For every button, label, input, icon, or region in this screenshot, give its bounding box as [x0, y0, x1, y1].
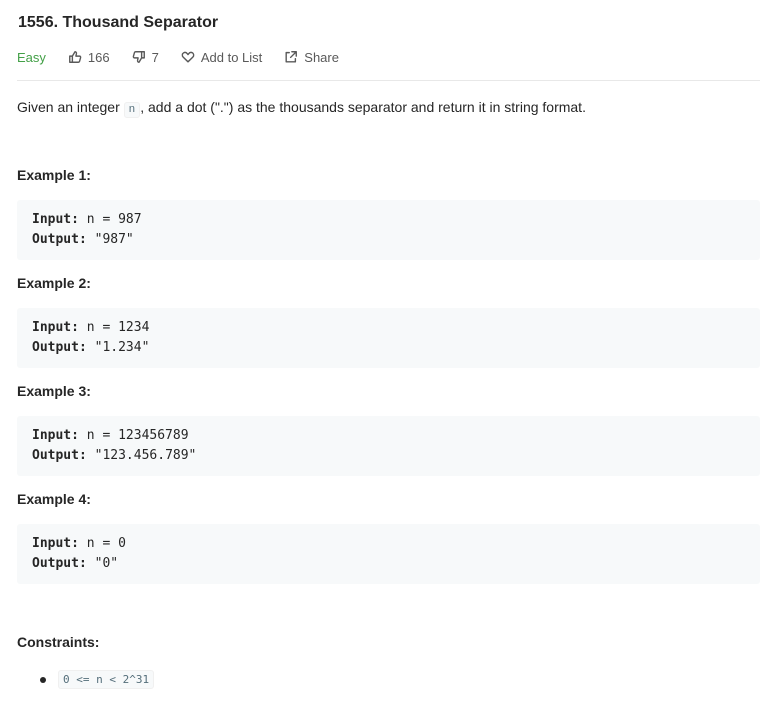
input-value: n = 1234: [78, 320, 150, 335]
dislike-button[interactable]: 7: [132, 50, 159, 65]
share-button[interactable]: Share: [284, 50, 339, 65]
output-value: "1.234": [86, 340, 150, 355]
example-title: Example 2:: [17, 275, 91, 291]
like-count: 166: [87, 49, 110, 65]
add-to-list-label: Add to List: [200, 49, 263, 65]
input-label: Input:: [32, 212, 79, 227]
input-value: n = 987: [78, 212, 142, 227]
description-text-before: Given an integer: [17, 99, 124, 115]
example-block: Input: n = 0 Output: "0": [17, 524, 760, 584]
add-to-list-button[interactable]: Add to List: [181, 50, 262, 65]
output-label: Output:: [32, 232, 87, 247]
like-button[interactable]: 166: [68, 50, 110, 65]
problem-description: Given an integer n, add a dot (".") as t…: [17, 97, 586, 120]
input-label: Input:: [32, 320, 79, 335]
example-block: Input: n = 123456789 Output: "123.456.78…: [17, 416, 760, 476]
heart-icon: [181, 51, 195, 63]
constraints-list: 0 <= n < 2^31: [40, 670, 155, 689]
example-title: Example 3:: [17, 383, 91, 399]
description-text-after: , add a dot (".") as the thousands separ…: [140, 99, 586, 115]
output-value: "0": [86, 556, 119, 571]
example-block: Input: n = 1234 Output: "1.234": [17, 308, 760, 368]
share-label: Share: [304, 49, 339, 65]
input-label: Input:: [32, 536, 79, 551]
difficulty-badge: Easy: [17, 49, 46, 65]
input-value: n = 0: [78, 536, 126, 551]
share-icon: [285, 51, 298, 63]
problem-title: 1556. Thousand Separator: [18, 14, 219, 31]
constraint-item: 0 <= n < 2^31: [58, 670, 155, 689]
input-label: Input:: [32, 428, 79, 443]
example-title: Example 4:: [17, 491, 91, 507]
header-divider: [17, 80, 760, 81]
output-label: Output:: [32, 448, 87, 463]
inline-code-n: n: [123, 102, 141, 118]
output-label: Output:: [32, 340, 87, 355]
example-block: Input: n = 987 Output: "987": [17, 200, 760, 260]
problem-meta-bar: Easy 166 7 Add to List Share: [17, 48, 361, 66]
thumbs-down-icon: [132, 51, 145, 63]
output-value: "123.456.789": [86, 448, 197, 463]
output-label: Output:: [32, 556, 87, 571]
dislike-count: 7: [151, 49, 159, 65]
output-value: "987": [86, 232, 134, 247]
constraints-title: Constraints:: [17, 634, 100, 650]
bullet-icon: [40, 676, 46, 683]
input-value: n = 123456789: [78, 428, 189, 443]
example-title: Example 1:: [17, 167, 91, 183]
thumbs-up-icon: [68, 51, 82, 63]
